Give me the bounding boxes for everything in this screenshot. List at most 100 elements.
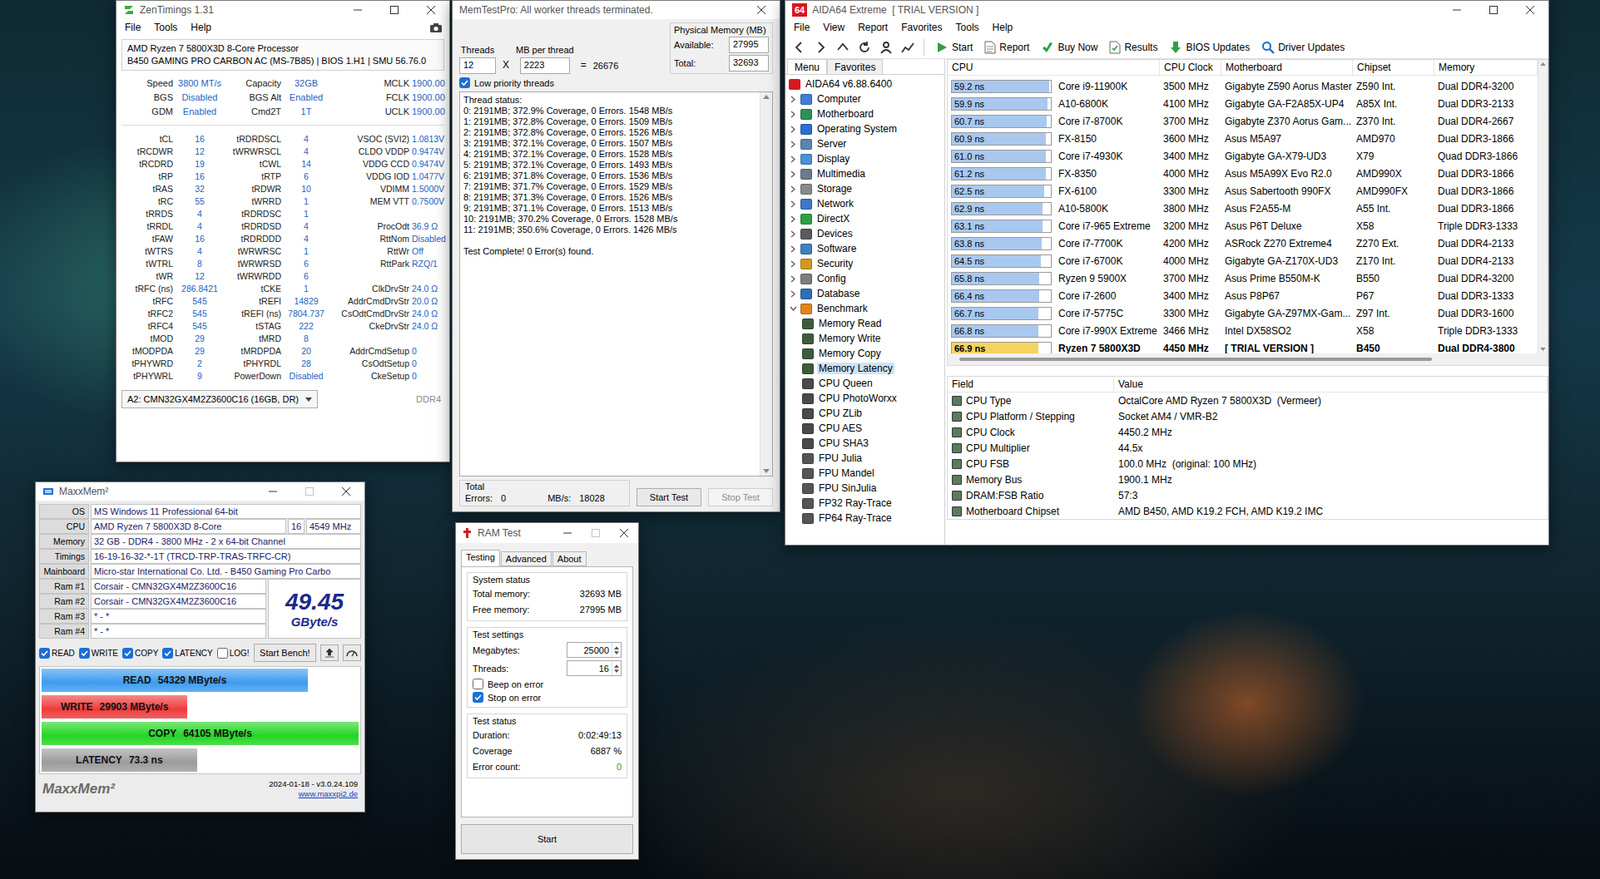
tree-item[interactable]: FPU Julia: [787, 450, 945, 466]
vertical-scrollbar[interactable]: [759, 92, 773, 476]
pane-tab[interactable]: Menu: [787, 59, 828, 75]
table-header-cell[interactable]: CPU Clock: [1159, 59, 1222, 76]
tree-expander[interactable]: [788, 306, 798, 312]
tree-item[interactable]: Memory Read: [787, 316, 945, 332]
tree-item[interactable]: Devices: [787, 226, 945, 242]
checkbox-row[interactable]: Stop on error: [472, 692, 622, 704]
window-control-button[interactable]: [581, 523, 610, 544]
tree-expander[interactable]: [788, 275, 798, 283]
menu-item[interactable]: File: [118, 21, 148, 34]
text-input[interactable]: 32693: [728, 54, 769, 72]
window-control-button[interactable]: [254, 482, 292, 501]
tab[interactable]: Testing: [460, 549, 501, 567]
table-header-cell[interactable]: Chipset: [1352, 59, 1435, 76]
button[interactable]: Start Bench!: [253, 643, 317, 663]
tab[interactable]: Advanced: [500, 551, 552, 567]
table-header-cell[interactable]: Memory: [1434, 59, 1538, 76]
tree-item[interactable]: DirectX: [787, 211, 945, 227]
window-control-button[interactable]: [376, 0, 413, 20]
tree-item[interactable]: Memory Write: [787, 331, 945, 347]
expand-chevron-icon[interactable]: [790, 275, 796, 283]
tree-expander[interactable]: [788, 155, 798, 164]
expand-chevron-icon[interactable]: [790, 290, 796, 298]
module-select[interactable]: A2: CMN32GX4M2Z3600C16 (16GB, DR): [121, 390, 318, 409]
window-control-button[interactable]: [743, 0, 780, 20]
window-control-button[interactable]: [327, 482, 365, 501]
nav-button[interactable]: [898, 38, 917, 57]
tree-item[interactable]: Storage: [787, 181, 945, 197]
menu-item[interactable]: File: [787, 21, 817, 34]
window-control-button[interactable]: [1475, 0, 1512, 20]
tree-item[interactable]: Computer: [787, 91, 945, 107]
start-button[interactable]: Start: [460, 824, 634, 855]
tree-expander[interactable]: [788, 125, 798, 134]
spin-buttons[interactable]: [611, 661, 621, 676]
checkbox[interactable]: [79, 648, 90, 659]
toolbar-button[interactable]: Driver Updates: [1257, 40, 1349, 55]
tree-item[interactable]: Memory Copy: [787, 346, 945, 362]
vertical-scrollbar[interactable]: [1537, 59, 1548, 354]
expand-chevron-icon[interactable]: [790, 170, 796, 179]
icon-button[interactable]: [342, 644, 362, 662]
spin-input[interactable]: 16: [566, 660, 622, 677]
tree-item[interactable]: FPU SinJulia: [787, 480, 945, 496]
tree-item[interactable]: Display: [787, 151, 945, 167]
menu-item[interactable]: Favorites: [894, 21, 949, 34]
checkbox[interactable]: [472, 678, 484, 690]
tree-item[interactable]: FPU Mandel: [787, 465, 945, 481]
checkbox-row[interactable]: Beep on error: [472, 678, 622, 690]
checkbox[interactable]: [459, 77, 471, 89]
tree-item[interactable]: Software: [787, 241, 945, 257]
tree-item[interactable]: FP32 Ray-Trace: [787, 495, 945, 511]
table-header-cell[interactable]: Motherboard: [1221, 59, 1353, 76]
checkbox[interactable]: [217, 648, 228, 659]
toolbar-button[interactable]: Results: [1104, 40, 1162, 55]
tree-item[interactable]: CPU ZLib: [787, 406, 945, 422]
toolbar-button[interactable]: Report: [980, 40, 1034, 55]
nav-button[interactable]: [790, 38, 809, 57]
details-header-cell[interactable]: Value: [1114, 376, 1548, 393]
screenshot-camera-icon[interactable]: [429, 22, 443, 34]
tree-item[interactable]: Server: [787, 136, 945, 152]
expand-chevron-icon[interactable]: [790, 260, 796, 268]
horizontal-scrollbar[interactable]: [947, 353, 1548, 366]
expand-chevron-icon[interactable]: [790, 245, 796, 253]
button[interactable]: Start Test: [636, 488, 702, 507]
checkbox[interactable]: [122, 648, 134, 659]
spin-input[interactable]: 25000: [566, 642, 622, 659]
website-link[interactable]: www.maxxpi2.de: [298, 789, 358, 800]
expand-chevron-icon[interactable]: [790, 155, 796, 164]
window-control-button[interactable]: [291, 482, 328, 501]
tree-expander[interactable]: [788, 260, 798, 268]
checkbox[interactable]: [472, 692, 484, 704]
menu-item[interactable]: Help: [183, 21, 218, 34]
expand-chevron-icon[interactable]: [790, 215, 796, 223]
bench-checkbox[interactable]: WRITE: [79, 648, 119, 659]
checkbox[interactable]: [39, 648, 50, 659]
window-control-button[interactable]: [1438, 0, 1476, 20]
nav-button[interactable]: [876, 38, 896, 57]
menu-item[interactable]: Tools: [147, 21, 184, 34]
tree-item[interactable]: CPU PhotoWorxx: [787, 391, 945, 407]
menu-item[interactable]: Tools: [949, 21, 986, 34]
nav-button[interactable]: [833, 38, 853, 57]
checkbox-row[interactable]: Low priority threads: [459, 77, 773, 89]
toolbar-button[interactable]: Start: [931, 40, 977, 55]
menu-item[interactable]: Report: [851, 21, 895, 34]
tree-expander[interactable]: [788, 290, 798, 298]
tree-expander[interactable]: [788, 170, 798, 179]
expand-chevron-icon[interactable]: [790, 95, 796, 104]
details-header-cell[interactable]: Field: [947, 376, 1115, 393]
bench-checkbox[interactable]: COPY: [122, 648, 159, 659]
icon-button[interactable]: [320, 644, 339, 662]
tree-expander[interactable]: [788, 140, 798, 149]
tree-item[interactable]: Security: [787, 256, 945, 272]
tree-expander[interactable]: [788, 110, 798, 119]
bench-checkbox[interactable]: LATENCY: [162, 648, 213, 659]
nav-button[interactable]: [812, 38, 831, 57]
tree-item[interactable]: CPU SHA3: [787, 435, 945, 451]
tree-item[interactable]: Motherboard: [787, 106, 945, 122]
tree-item[interactable]: Multimedia: [787, 166, 945, 182]
collapse-chevron-icon[interactable]: [789, 306, 798, 312]
tree-item[interactable]: Operating System: [787, 121, 945, 137]
